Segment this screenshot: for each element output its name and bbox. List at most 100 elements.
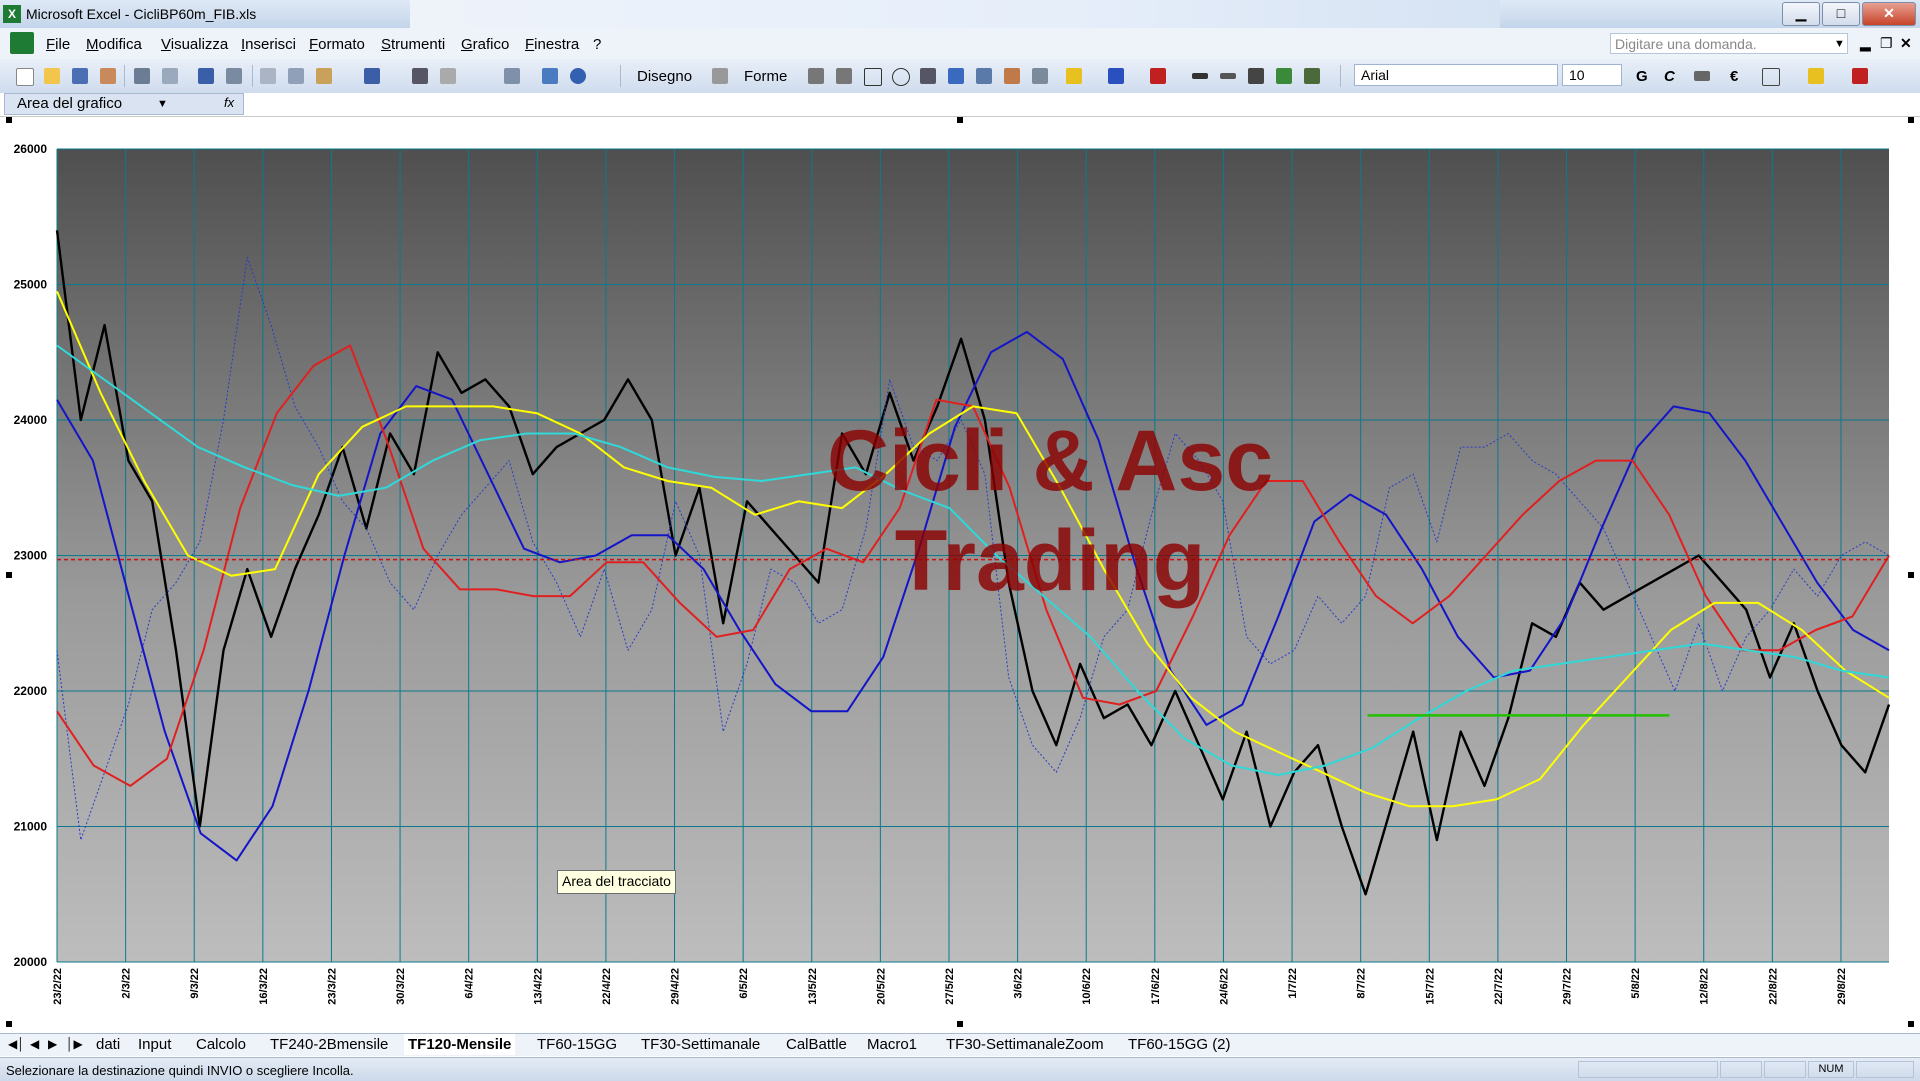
3d-icon[interactable]: [1304, 68, 1320, 84]
picture-icon[interactable]: [1032, 68, 1048, 84]
workbook-restore-button[interactable]: ❐: [1880, 35, 1893, 52]
arrow-icon[interactable]: [836, 68, 852, 84]
tab-calbattle[interactable]: CalBattle: [786, 1034, 847, 1055]
next-sheet-button[interactable]: ▶: [48, 1037, 57, 1051]
prev-sheet-button[interactable]: ◀: [30, 1037, 39, 1051]
print-icon[interactable]: [134, 68, 150, 84]
tab-tf240[interactable]: TF240-2Bmensile: [270, 1034, 388, 1055]
tab-calcolo[interactable]: Calcolo: [196, 1034, 246, 1055]
hyperlink-icon[interactable]: [412, 68, 428, 84]
workbook-icon[interactable]: [10, 32, 34, 54]
menu-modifica[interactable]: Modifica: [86, 36, 142, 53]
tab-tf60-15gg[interactable]: TF60-15GG: [537, 1034, 617, 1055]
tab-tf30-settimanale-zoom[interactable]: TF30-SettimanaleZoom: [946, 1034, 1104, 1055]
menu-help[interactable]: ?: [593, 36, 601, 53]
print-preview-icon[interactable]: [162, 68, 178, 84]
undo-icon[interactable]: [364, 68, 380, 84]
cut-icon[interactable]: [260, 68, 276, 84]
chart-wizard-icon[interactable]: [542, 68, 558, 84]
line-style-icon[interactable]: [1192, 73, 1208, 79]
chart-area[interactable]: 26000 25000 24000 23000 22000 21000 20000 23/2…: [0, 117, 1920, 1027]
minimize-button[interactable]: ▁: [1782, 2, 1820, 26]
italic-button[interactable]: C: [1664, 68, 1675, 85]
new-icon[interactable]: [16, 68, 34, 86]
font-color-2-icon[interactable]: [1852, 68, 1868, 84]
x-tick-label: 12/8/22: [1699, 968, 1711, 1005]
textbox-icon[interactable]: [920, 68, 936, 84]
x-tick-label: 10/6/22: [1081, 968, 1093, 1005]
tab-dati[interactable]: dati: [96, 1034, 120, 1055]
x-tick-label: 30/3/22: [395, 968, 407, 1005]
selection-handle[interactable]: [1908, 117, 1914, 123]
autosum-icon[interactable]: [440, 68, 456, 84]
wordart-icon[interactable]: [948, 68, 964, 84]
open-icon[interactable]: [44, 68, 60, 84]
shapes-menu[interactable]: Forme: [744, 68, 787, 85]
paste-icon[interactable]: [316, 68, 332, 84]
tab-tf30-settimanale[interactable]: TF30-Settimanale: [641, 1034, 760, 1055]
menu-visualizza[interactable]: Visualizza: [161, 36, 228, 53]
question-input[interactable]: Digitare una domanda.: [1610, 33, 1848, 54]
excel-app-icon[interactable]: X: [3, 5, 21, 23]
selection-handle[interactable]: [1908, 1021, 1914, 1027]
workbook-close-button[interactable]: ✕: [1900, 35, 1912, 52]
menu-grafico[interactable]: Grafico: [461, 36, 509, 53]
name-box[interactable]: Area del grafico ▼: [4, 93, 244, 115]
line-color-icon[interactable]: [1108, 68, 1124, 84]
spelling-icon[interactable]: [198, 68, 214, 84]
menu-strumenti[interactable]: Strumenti: [381, 36, 445, 53]
save-icon[interactable]: [72, 68, 88, 84]
menu-formato[interactable]: Formato: [309, 36, 365, 53]
menu-file[interactable]: File: [46, 36, 70, 53]
selection-handle[interactable]: [6, 1021, 12, 1027]
font-size-select[interactable]: 10: [1562, 64, 1622, 86]
currency-button[interactable]: €: [1730, 68, 1738, 85]
last-sheet-button[interactable]: │▶: [66, 1037, 83, 1051]
chevron-down-icon[interactable]: ▼: [1834, 38, 1845, 50]
chevron-down-icon[interactable]: ▼: [157, 94, 168, 114]
align-icon[interactable]: [1694, 71, 1710, 81]
tab-macro1[interactable]: Macro1: [867, 1034, 917, 1055]
dash-style-icon[interactable]: [1220, 73, 1236, 79]
first-sheet-button[interactable]: ◀│: [8, 1037, 25, 1051]
status-cell: [1578, 1061, 1718, 1078]
selection-handle[interactable]: [6, 117, 12, 123]
rectangle-icon[interactable]: [864, 68, 882, 86]
close-button[interactable]: ✕: [1862, 2, 1916, 26]
selection-handle[interactable]: [6, 572, 12, 578]
bold-button[interactable]: G: [1636, 68, 1648, 85]
permission-icon[interactable]: [100, 68, 116, 84]
sort-icon[interactable]: [504, 68, 520, 84]
tab-tf120-mensile[interactable]: TF120-Mensile: [404, 1034, 516, 1055]
selection-handle[interactable]: [1908, 572, 1914, 578]
insert-function-icon[interactable]: fx: [224, 95, 234, 110]
tab-input[interactable]: Input: [138, 1034, 171, 1055]
borders-icon[interactable]: [1762, 68, 1780, 86]
window-title: Microsoft Excel - CicliBP60m_FIB.xls: [26, 6, 257, 22]
arrow-style-icon[interactable]: [1248, 68, 1264, 84]
menu-finestra[interactable]: Finestra: [525, 36, 579, 53]
shadow-icon[interactable]: [1276, 68, 1292, 84]
tab-tf60-15gg-2[interactable]: TF60-15GG (2): [1128, 1034, 1231, 1055]
y-tick-label: 24000: [14, 413, 48, 427]
line-icon[interactable]: [808, 68, 824, 84]
select-objects-icon[interactable]: [712, 68, 728, 84]
price-chart[interactable]: 26000 25000 24000 23000 22000 21000 20000 23/2…: [0, 117, 1920, 1027]
diagram-icon[interactable]: [976, 68, 992, 84]
workbook-minimize-button[interactable]: ▂: [1860, 35, 1871, 52]
oval-icon[interactable]: [892, 68, 910, 86]
research-icon[interactable]: [226, 68, 242, 84]
fill-color-2-icon[interactable]: [1808, 68, 1824, 84]
help-icon[interactable]: [570, 68, 586, 84]
font-name-select[interactable]: Arial: [1354, 64, 1558, 86]
selection-handle[interactable]: [957, 1021, 963, 1027]
x-tick-label: 5/8/22: [1630, 968, 1642, 999]
maximize-button[interactable]: □: [1822, 2, 1860, 26]
selection-handle[interactable]: [957, 117, 963, 123]
draw-menu[interactable]: Disegno: [637, 68, 692, 85]
font-color-icon[interactable]: [1150, 68, 1166, 84]
fill-color-icon[interactable]: [1066, 68, 1082, 84]
clipart-icon[interactable]: [1004, 68, 1020, 84]
menu-inserisci[interactable]: Inserisci: [241, 36, 296, 53]
copy-icon[interactable]: [288, 68, 304, 84]
